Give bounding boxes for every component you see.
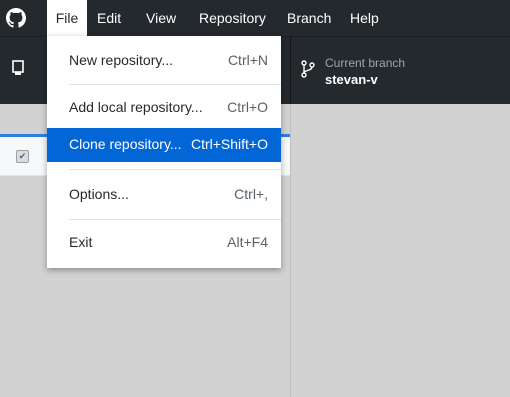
menu-item-label: Exit (69, 234, 93, 250)
menu-item-label: Add local repository... (69, 99, 203, 115)
menu-repository[interactable]: Repository (199, 0, 266, 36)
repo-icon[interactable] (12, 60, 24, 76)
menu-item-clone-repository[interactable]: Clone repository... Ctrl+Shift+O (47, 128, 281, 162)
menu-item-options[interactable]: Options... Ctrl+, (47, 178, 281, 212)
menu-item-new-repository[interactable]: New repository... Ctrl+N (47, 44, 281, 78)
main-pane (291, 104, 510, 397)
menu-item-label: Options... (69, 186, 129, 202)
menu-help[interactable]: Help (350, 0, 379, 36)
menu-item-label: Clone repository... (69, 136, 182, 152)
menu-separator (69, 84, 281, 85)
menu-item-shortcut: Ctrl+O (227, 99, 268, 115)
menu-view[interactable]: View (146, 0, 176, 36)
title-bar: File Edit View Repository Branch Help (0, 0, 510, 36)
current-branch-name: stevan-v (325, 72, 378, 87)
menu-item-label: New repository... (69, 52, 173, 68)
select-all-checkbox[interactable]: ✔ (16, 150, 29, 163)
menu-item-shortcut: Ctrl+N (227, 52, 268, 68)
file-menu-dropdown: New repository... Ctrl+N Add local repos… (47, 36, 281, 268)
menu-edit[interactable]: Edit (97, 0, 121, 36)
menu-item-exit[interactable]: Exit Alt+F4 (47, 226, 281, 260)
menu-item-add-local-repository[interactable]: Add local repository... Ctrl+O (47, 91, 281, 125)
menu-separator (69, 169, 281, 170)
menu-separator (69, 219, 281, 220)
menu-item-shortcut: Alt+F4 (227, 234, 268, 250)
menu-item-shortcut: Ctrl+, (234, 186, 268, 202)
menu-branch[interactable]: Branch (287, 0, 331, 36)
menu-file[interactable]: File (47, 0, 87, 36)
github-octocat-icon[interactable] (6, 8, 26, 28)
toolbar-divider (290, 36, 291, 104)
menu-item-shortcut: Ctrl+Shift+O (190, 136, 268, 152)
git-branch-icon (301, 60, 315, 78)
current-branch-label: Current branch (325, 56, 406, 70)
